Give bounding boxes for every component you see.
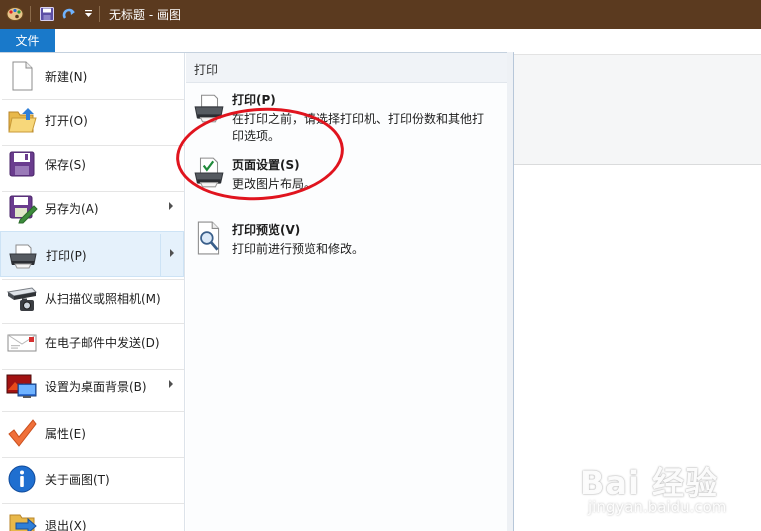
menu-item-save-as[interactable]: 另存为(A) [0, 185, 184, 231]
file-tab[interactable]: 文件 [0, 29, 55, 52]
menu-item-open[interactable]: 打开(O) [0, 97, 184, 143]
menu-item-label: 打开(O) [45, 114, 88, 128]
menu-item-send-email[interactable]: 在电子邮件中发送(D) [0, 319, 184, 365]
printer-icon [7, 239, 39, 271]
menu-item-label: 新建(N) [45, 70, 88, 84]
menu-item-label: 在电子邮件中发送(D) [45, 336, 160, 350]
watermark-url: jingyan.baidu.com [588, 498, 727, 516]
email-envelope-icon [6, 326, 38, 358]
scanner-camera-icon [6, 282, 38, 314]
file-menu-commands: 新建(N) 打开(O) 保存(S) 另存为(A) 打印(P) 从扫描仪或照相机(… [0, 53, 185, 531]
print-preview-icon [192, 221, 226, 255]
save-as-icon [6, 192, 38, 224]
menu-item-scanner-camera[interactable]: 从扫描仪或照相机(M) [0, 275, 184, 321]
print-option-title: 打印(P) [232, 93, 276, 107]
titlebar-divider [99, 6, 100, 22]
submenu-arrow-icon [169, 202, 173, 210]
exit-icon [6, 509, 38, 531]
menu-item-properties[interactable]: 属性(E) [0, 410, 184, 456]
print-option-description: 打印前进行预览和修改。 [232, 242, 365, 256]
menu-item-label: 设置为桌面背景(B) [45, 380, 147, 394]
desktop-background-icon [6, 370, 38, 402]
baidu-jingyan-watermark: Bai 经验 jingyan.baidu.com [580, 458, 750, 522]
menu-item-about-paint[interactable]: 关于画图(T) [0, 456, 184, 502]
info-icon [6, 463, 38, 495]
new-document-icon [6, 60, 38, 92]
menu-item-label: 保存(S) [45, 158, 86, 172]
menu-item-save[interactable]: 保存(S) [0, 141, 184, 187]
menu-item-new[interactable]: 新建(N) [0, 53, 184, 99]
submenu-scroll-edge [507, 52, 513, 531]
print-option-print-preview[interactable]: 打印预览(V) 打印前进行预览和修改。 [186, 221, 513, 263]
save-disk-icon [6, 148, 38, 180]
paint-app-icon[interactable] [4, 4, 26, 24]
window-title: 无标题 - 画图 [109, 8, 181, 22]
file-tab-label: 文件 [15, 34, 40, 48]
quick-save-icon[interactable] [38, 4, 56, 24]
quick-access-dropdown-icon[interactable] [82, 4, 94, 24]
split-button-divider [160, 234, 161, 276]
menu-item-print[interactable]: 打印(P) [0, 231, 184, 277]
print-submenu-header: 打印 [186, 53, 513, 83]
menu-item-label: 关于画图(T) [45, 473, 110, 487]
title-bar: 无标题 - 画图 [0, 0, 761, 29]
print-option-title: 打印预览(V) [232, 223, 301, 237]
titlebar-divider [30, 6, 31, 22]
menu-item-exit[interactable]: 退出(X) [0, 502, 184, 531]
checkmark-icon [6, 417, 38, 449]
menu-item-label: 打印(P) [46, 249, 87, 263]
quick-redo-icon[interactable] [60, 4, 78, 24]
menu-item-label: 从扫描仪或照相机(M) [45, 292, 161, 306]
open-folder-icon [6, 104, 38, 136]
menu-item-set-desktop-background[interactable]: 设置为桌面背景(B) [0, 363, 184, 409]
print-submenu-title: 打印 [194, 63, 219, 77]
menu-item-label: 退出(X) [45, 519, 87, 531]
background-ribbon-tabs [514, 29, 761, 55]
submenu-arrow-icon [169, 380, 173, 388]
submenu-arrow-icon[interactable] [170, 249, 174, 257]
menu-item-label: 属性(E) [45, 427, 86, 441]
menu-item-label: 另存为(A) [45, 202, 99, 216]
